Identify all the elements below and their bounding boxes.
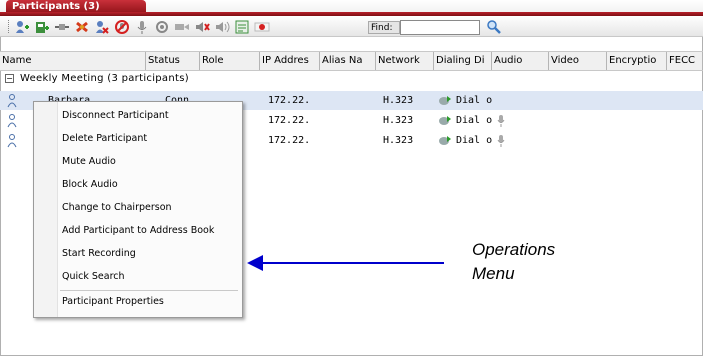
participant-icon [7, 114, 17, 128]
menu-item-start-recording[interactable]: Start Recording [62, 247, 136, 261]
participant-icon [7, 94, 17, 108]
toolbar-grip [8, 20, 11, 33]
operations-context-menu: Disconnect Participant Delete Participan… [33, 101, 243, 318]
participant-properties-icon[interactable] [234, 19, 250, 34]
block-audio-icon[interactable] [194, 19, 210, 34]
video-icon[interactable] [174, 19, 190, 34]
mute-audio-icon[interactable] [114, 19, 130, 34]
column-header-alias-name[interactable]: Alias Na [320, 52, 376, 70]
participant-dialing: Dial o [456, 115, 493, 126]
volume-icon[interactable] [214, 19, 230, 34]
menu-item-block-audio[interactable]: Block Audio [62, 178, 118, 192]
dial-out-icon [439, 96, 451, 105]
column-header-ip-address[interactable]: IP Addres [260, 52, 320, 70]
toolbar: Find: [0, 17, 703, 37]
dial-out-icon [439, 116, 451, 125]
participant-icon [7, 134, 17, 148]
add-participant-icon[interactable] [14, 19, 30, 34]
callout-arrow-head [247, 255, 263, 271]
menu-item-quick-search[interactable]: Quick Search [62, 270, 125, 284]
column-header-encryption[interactable]: Encryptio [607, 52, 667, 70]
menu-item-disconnect-participant[interactable]: Disconnect Participant [62, 109, 169, 123]
column-header-fecc[interactable]: FECC [667, 52, 703, 70]
menu-item-mute-audio[interactable]: Mute Audio [62, 155, 116, 169]
audio-mic-icon [497, 115, 505, 127]
menu-item-participant-properties[interactable]: Participant Properties [62, 295, 164, 309]
column-header-dialing-direction[interactable]: Dialing Di [434, 52, 492, 70]
connect-icon[interactable] [54, 19, 70, 34]
participants-window: Participants (3) Find: Name Status Role … [0, 0, 703, 357]
menu-item-change-to-chairperson[interactable]: Change to Chairperson [62, 201, 172, 215]
column-header-row: Name Status Role IP Addres Alias Na Netw… [0, 51, 703, 71]
callout-line-2: Menu [472, 264, 515, 283]
title-underline [0, 12, 703, 16]
participant-ip: 172.22. [268, 115, 311, 126]
menu-separator [60, 290, 238, 291]
find-label: Find: [368, 21, 400, 34]
search-icon[interactable] [486, 19, 502, 34]
mic-icon[interactable] [134, 19, 150, 34]
record-icon[interactable] [254, 19, 270, 34]
callout-arrow-line [262, 262, 444, 264]
conference-group-row[interactable]: − Weekly Meeting (3 participants) [0, 70, 703, 88]
participant-dialing: Dial o [456, 95, 493, 106]
address-book-icon[interactable] [34, 19, 50, 34]
camera-icon[interactable] [154, 19, 170, 34]
participant-network: H.323 [383, 95, 414, 106]
dial-out-icon [439, 136, 451, 145]
callout-line-1: Operations [472, 240, 556, 259]
column-header-network[interactable]: Network [376, 52, 434, 70]
participant-dialing: Dial o [456, 135, 493, 146]
menu-item-delete-participant[interactable]: Delete Participant [62, 132, 147, 146]
menu-item-add-to-address-book[interactable]: Add Participant to Address Book [62, 224, 214, 238]
menu-icon-gutter [34, 102, 58, 317]
participant-ip: 172.22. [268, 95, 311, 106]
disconnect-icon[interactable] [74, 19, 90, 34]
operations-menu-callout: Operations Menu [472, 238, 555, 286]
audio-mic-icon [497, 135, 505, 147]
participant-network: H.323 [383, 115, 414, 126]
participant-ip: 172.22. [268, 135, 311, 146]
participant-network: H.323 [383, 135, 414, 146]
column-header-name[interactable]: Name [0, 52, 146, 70]
column-header-status[interactable]: Status [146, 52, 200, 70]
column-header-video[interactable]: Video [549, 52, 607, 70]
collapse-toggle-icon[interactable]: − [5, 74, 14, 83]
column-header-audio[interactable]: Audio [492, 52, 549, 70]
conference-group-label: Weekly Meeting (3 participants) [20, 73, 189, 84]
find-input[interactable] [400, 20, 480, 35]
column-header-role[interactable]: Role [200, 52, 260, 70]
delete-participant-icon[interactable] [94, 19, 110, 34]
